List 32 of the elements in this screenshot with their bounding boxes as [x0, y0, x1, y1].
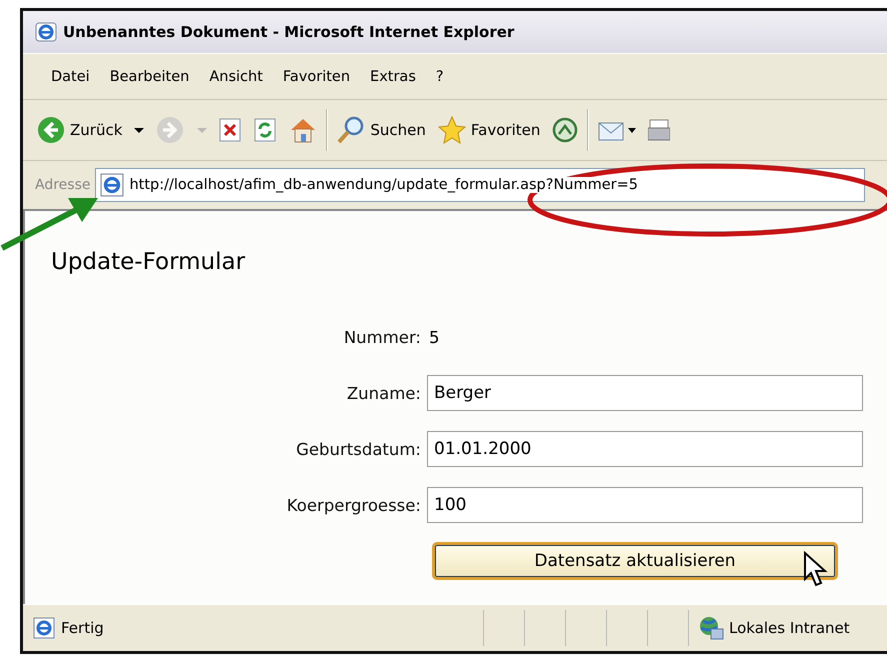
menu-item[interactable]: ? [436, 68, 444, 84]
browser-icon [35, 21, 57, 43]
menu-item[interactable]: Extras [370, 68, 416, 84]
field-label: Zuname: [346, 384, 421, 402]
input-field[interactable]: 100 [427, 487, 863, 523]
field-label: Koerpergroesse: [286, 496, 421, 514]
field-label: Geburtsdatum: [295, 440, 421, 458]
window-title: Unbenanntes Dokument - Microsoft Internet Explorer [63, 23, 514, 41]
back-button[interactable]: Zurück [33, 113, 148, 147]
cursor-icon [803, 551, 829, 589]
field-label: Nummer: [342, 328, 421, 346]
menu-item[interactable]: Favoriten [282, 68, 350, 84]
field-value: 5 [428, 328, 440, 346]
input-field[interactable]: 01.01.2000 [427, 431, 863, 467]
favorites-button[interactable]: Favoriten [434, 113, 544, 147]
zone-text: Lokales Intranet [729, 619, 850, 637]
address-field[interactable]: http://localhost/afim_db-anwendung/update_formular.asp?Nummer=5 [95, 168, 866, 202]
page-heading: Update-Formular [51, 249, 246, 275]
update-button[interactable]: Datensatz aktualisieren [432, 542, 838, 580]
stop-icon [218, 117, 242, 143]
search-button[interactable]: Suchen [333, 113, 429, 147]
refresh-icon [253, 117, 278, 143]
page-icon [100, 173, 124, 197]
star-icon [436, 115, 467, 145]
status-text: Fertig [61, 619, 104, 637]
globe-icon [697, 615, 725, 641]
menu-item[interactable]: Datei [51, 68, 90, 84]
page-icon [33, 617, 55, 639]
input-field[interactable]: Berger [427, 375, 863, 411]
menu-item[interactable]: Bearbeiten [110, 68, 190, 84]
media-icon [551, 116, 580, 144]
menu-item[interactable]: Ansicht [209, 68, 263, 84]
